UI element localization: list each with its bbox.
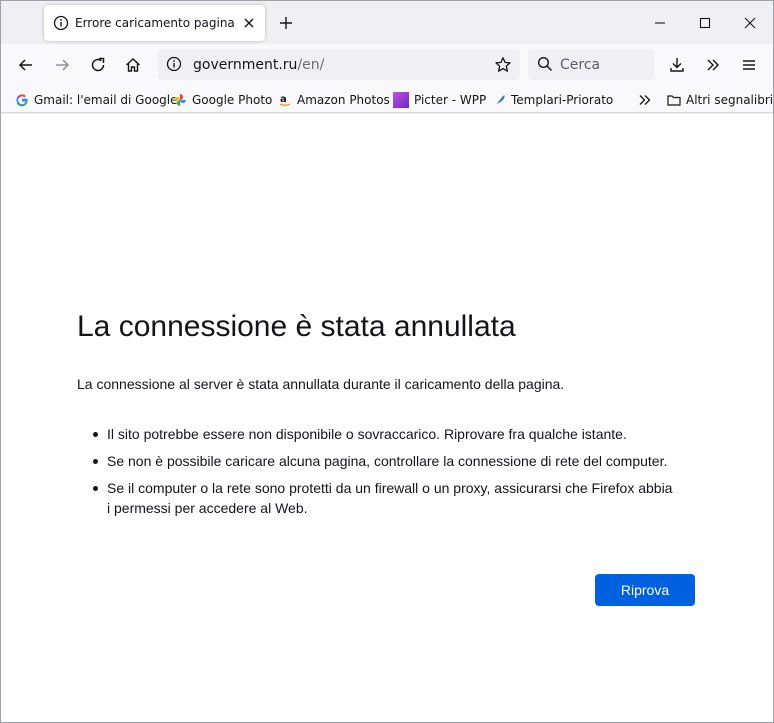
url-text[interactable]: government.ru/en/ (193, 56, 324, 74)
app-menu-button[interactable] (737, 53, 761, 77)
picter-icon (393, 92, 409, 108)
home-icon (126, 58, 140, 72)
google-photos-icon (173, 93, 187, 107)
error-description: La connessione al server è stata annulla… (77, 376, 565, 392)
bookmark-label: Amazon Photos (297, 93, 390, 107)
tab-strip: Errore caricamento pagina (1, 1, 773, 44)
tab-title: Errore caricamento pagina (75, 16, 235, 30)
page-content: La connessione è stata annullata La conn… (1, 114, 773, 722)
reload-icon (91, 57, 105, 72)
arrow-left-icon (18, 59, 32, 71)
bookmark-picter[interactable]: Picter - WPP (393, 91, 486, 109)
error-tips-list: Il sito potrebbe essere non disponibile … (89, 424, 679, 525)
reload-button[interactable] (86, 53, 110, 77)
bookmark-label: Altri segnalibri (686, 93, 774, 107)
search-bar[interactable]: Cerca (528, 49, 654, 80)
back-button[interactable] (14, 53, 38, 77)
bookmark-label: Google Photo (192, 93, 273, 107)
tab-error-page[interactable]: Errore caricamento pagina (44, 5, 265, 41)
url-host: government.ru (193, 57, 298, 73)
search-placeholder: Cerca (560, 57, 601, 73)
list-item: Se non è possibile caricare alcuna pagin… (89, 451, 679, 471)
bookmark-star-button[interactable] (494, 56, 512, 74)
info-icon (53, 15, 69, 31)
site-info-icon[interactable] (166, 56, 182, 72)
retry-button[interactable]: Riprova (595, 574, 695, 606)
chevron-double-right-icon (707, 59, 719, 71)
maximize-button[interactable] (695, 13, 715, 33)
svg-text:a: a (280, 94, 287, 105)
minimize-icon (655, 22, 665, 24)
downloads-button[interactable] (665, 53, 689, 77)
navigation-toolbar: government.ru/en/ Cerca (1, 44, 773, 86)
home-button[interactable] (121, 53, 145, 77)
google-icon (15, 93, 29, 107)
bookmark-google-photo[interactable]: Google Photo (173, 91, 272, 109)
chevron-double-right-icon (639, 95, 651, 105)
minimize-button[interactable] (650, 13, 670, 33)
bookmark-templari[interactable]: Templari-Priorato (492, 91, 613, 109)
url-path: /en/ (297, 57, 325, 73)
amazon-icon: a (278, 93, 292, 107)
close-icon (244, 18, 254, 28)
other-bookmarks-folder[interactable]: Altri segnalibri (667, 91, 773, 109)
overflow-toolbar-button[interactable] (701, 53, 725, 77)
browser-window: Errore caricamento pagina government.ru/… (0, 0, 774, 723)
bookmark-gmail[interactable]: Gmail: l'email di Google (15, 91, 178, 109)
star-icon (495, 57, 511, 72)
search-icon (537, 56, 553, 72)
bookmarks-toolbar: Gmail: l'email di Google Google Photo a … (1, 86, 773, 113)
hamburger-menu-icon (743, 60, 755, 70)
list-item: Se il computer o la rete sono protetti d… (89, 478, 679, 518)
close-window-button[interactable] (740, 13, 760, 33)
plus-icon (280, 17, 292, 29)
error-title: La connessione è stata annullata (77, 310, 516, 343)
bookmarks-overflow-button[interactable] (637, 91, 653, 109)
bookmark-amazon-photos[interactable]: a Amazon Photos (278, 91, 390, 109)
folder-icon (667, 93, 681, 107)
feather-icon (492, 93, 506, 107)
list-item: Il sito potrebbe essere non disponibile … (89, 424, 679, 444)
bookmark-label: Picter - WPP (414, 93, 487, 107)
close-icon (744, 17, 756, 29)
bookmark-label: Templari-Priorato (511, 93, 614, 107)
url-bar[interactable]: government.ru/en/ (158, 49, 520, 80)
download-icon (670, 58, 684, 72)
close-tab-button[interactable] (240, 14, 258, 32)
bookmark-label: Gmail: l'email di Google (34, 93, 178, 107)
arrow-right-icon (56, 59, 70, 71)
new-tab-button[interactable] (276, 13, 296, 33)
forward-button[interactable] (50, 53, 74, 77)
maximize-icon (699, 17, 711, 29)
